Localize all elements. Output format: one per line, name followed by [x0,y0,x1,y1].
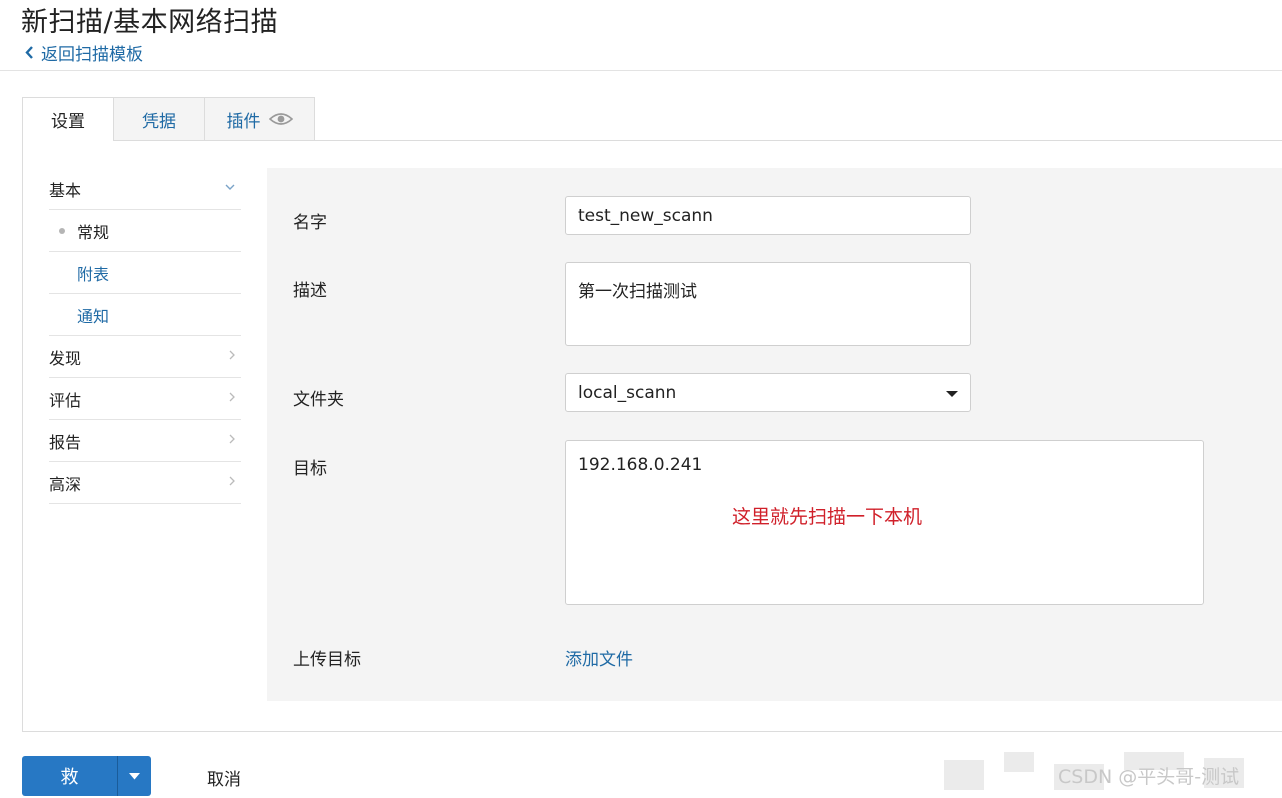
chevron-left-icon [25,46,33,59]
chevron-right-icon [229,392,235,402]
tab-credentials[interactable]: 凭据 [113,97,205,140]
sidebar-item-notifications[interactable]: 通知 [49,294,241,336]
back-link-label: 返回扫描模板 [41,45,143,65]
description-label: 描述 [293,281,327,301]
chevron-right-icon [229,476,235,486]
sidebar-item-report[interactable]: 报告 [49,420,241,462]
sidebar-item-label: 报告 [49,432,82,452]
active-dot-icon [59,228,65,234]
sidebar-item-label: 通知 [77,306,110,326]
cancel-button[interactable]: 取消 [207,765,241,790]
tab-settings-label: 设置 [51,112,85,132]
chevron-down-icon [225,184,235,190]
back-to-templates-link[interactable]: 返回扫描模板 [24,40,143,65]
sidebar-item-schedule[interactable]: 附表 [49,252,241,294]
save-button-group: 救 [22,756,151,796]
folder-label: 文件夹 [293,390,344,410]
settings-sidebar: 基本 常规 附表 通知 发现 评估 报告 高深 [49,168,241,504]
sidebar-item-advanced[interactable]: 高深 [49,462,241,504]
page-title: 新扫描/基本网络扫描 [21,7,279,38]
sidebar-item-assessment[interactable]: 评估 [49,378,241,420]
sidebar-item-label: 评估 [49,390,82,410]
sidebar-item-general[interactable]: 常规 [49,210,241,252]
tab-plugins[interactable]: 插件 [204,97,315,140]
upload-targets-label: 上传目标 [293,650,361,670]
name-label: 名字 [293,213,327,233]
caret-down-icon [129,772,140,779]
sidebar-item-basic[interactable]: 基本 [49,168,241,210]
tab-plugins-label: 插件 [226,111,261,132]
sidebar-item-label: 基本 [49,180,82,200]
chevron-right-icon [229,434,235,444]
watermark-text: CSDN @平头哥-测试 [1058,766,1240,788]
save-options-dropdown-button[interactable] [117,756,151,796]
eye-icon[interactable] [268,112,293,126]
sidebar-item-label: 附表 [77,264,110,284]
tab-settings[interactable]: 设置 [22,97,114,141]
add-file-link[interactable]: 添加文件 [565,645,633,670]
targets-label: 目标 [293,459,327,479]
tab-bar: 设置 凭据 插件 [22,97,315,141]
header-divider [0,70,1282,71]
settings-form-area [267,168,1282,701]
sidebar-item-label: 发现 [49,348,82,368]
sidebar-item-label: 常规 [77,222,110,242]
chevron-right-icon [229,350,235,360]
sidebar-item-label: 高深 [49,474,82,494]
folder-select[interactable]: local_scann [565,373,971,412]
annotation-note: 这里就先扫描一下本机 [732,506,923,528]
name-input[interactable]: test_new_scann [565,196,971,235]
caret-down-icon [946,391,958,397]
save-button[interactable]: 救 [22,756,117,796]
folder-select-value: local_scann [578,382,677,403]
tab-credentials-label: 凭据 [142,111,176,132]
sidebar-item-discovery[interactable]: 发现 [49,336,241,378]
description-textarea[interactable]: 第一次扫描测试 [565,262,971,346]
